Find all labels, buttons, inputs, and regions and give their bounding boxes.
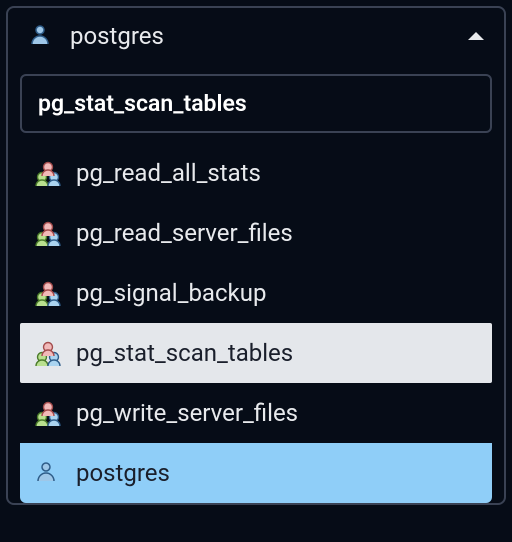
option-pg-signal-backup[interactable]: pg_signal_backup [20,263,492,323]
option-label: pg_signal_backup [76,279,266,307]
search-value: pg_stat_scan_tables [38,90,247,117]
search-input[interactable]: pg_stat_scan_tables [20,74,492,133]
group-role-icon [34,340,62,366]
group-role-icon [34,280,62,306]
option-label: postgres [76,459,170,487]
group-role-icon [34,400,62,426]
option-label: pg_read_all_stats [76,159,261,187]
options-list: pg_read_all_stats pg_read_server_files p… [20,143,492,503]
group-role-icon [34,220,62,246]
option-pg-read-server-files[interactable]: pg_read_server_files [20,203,492,263]
chevron-up-icon [468,32,484,40]
group-role-icon [34,160,62,186]
option-label: pg_read_server_files [76,219,293,247]
select-header[interactable]: postgres [8,8,504,64]
option-pg-read-all-stats[interactable]: pg_read_all_stats [20,143,492,203]
option-postgres[interactable]: postgres [20,443,492,503]
role-select: postgres pg_stat_scan_tables pg_read_all… [6,6,506,505]
option-pg-write-server-files[interactable]: pg_write_server_files [20,383,492,443]
option-label: pg_write_server_files [76,399,298,427]
user-icon [34,460,62,486]
option-label: pg_stat_scan_tables [76,339,293,367]
select-dropdown: pg_stat_scan_tables pg_read_all_stats pg… [8,64,504,503]
option-pg-stat-scan-tables[interactable]: pg_stat_scan_tables [20,323,492,383]
select-current-label: postgres [70,22,468,50]
user-icon [28,23,56,49]
